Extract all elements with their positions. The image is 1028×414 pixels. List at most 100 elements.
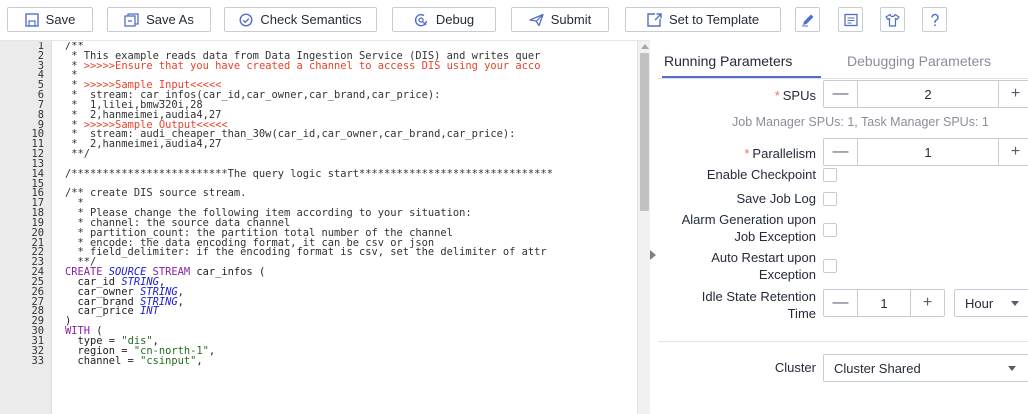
code-line[interactable]: 11 * 2,hanmeimei,audia4,27 xyxy=(0,139,637,150)
tab-debugging-parameters[interactable]: Debugging Parameters xyxy=(847,53,991,69)
line-text: /** create DIS source stream. xyxy=(65,187,247,200)
save-job-log-label: Save Job Log xyxy=(736,191,816,206)
spus-stepper[interactable]: — 2 + xyxy=(823,80,1028,108)
code-token: **/ xyxy=(65,148,91,161)
edit-button[interactable] xyxy=(795,7,820,32)
parameters-panel: Running Parameters Debugging Parameters … xyxy=(658,40,1028,414)
spus-increment-button[interactable]: + xyxy=(999,81,1028,107)
alarm-label-line1: Alarm Generation upon xyxy=(681,212,816,227)
code-token: * field_delimiter: if the encoding forma… xyxy=(65,246,547,259)
spus-hint: Job Manager SPUs: 1, Task Manager SPUs: … xyxy=(732,115,989,129)
code-line[interactable]: 28 car_price INT xyxy=(0,305,637,318)
save-as-icon xyxy=(124,12,139,27)
required-mark: * xyxy=(744,146,750,161)
spus-label: * SPUs xyxy=(698,87,816,104)
auto-restart-label-line2: Exception xyxy=(758,267,816,282)
code-token: , xyxy=(208,344,216,357)
debug-label: Debug xyxy=(435,12,475,27)
code-token: channel = xyxy=(65,354,141,367)
code-line[interactable]: 3 * >>>>>Ensure that you have created a … xyxy=(0,59,637,72)
save-job-log-checkbox[interactable] xyxy=(823,192,837,206)
code-editor[interactable]: 1/** 2 * This example reads data from Dat… xyxy=(0,40,650,414)
code-token: "csinput" xyxy=(140,354,197,367)
submit-label: Submit xyxy=(550,12,592,27)
format-button[interactable] xyxy=(838,7,863,32)
line-number: 33 xyxy=(31,354,44,367)
code-token: , xyxy=(177,295,184,308)
theme-button[interactable] xyxy=(880,7,905,32)
required-mark: * xyxy=(774,88,780,103)
enable-checkpoint-label: Enable Checkpoint xyxy=(706,167,816,182)
toolbar: Save Save As Check Semantics Debug Submi… xyxy=(0,0,1028,40)
format-icon xyxy=(843,13,858,27)
parallelism-label: * Parallelism xyxy=(698,145,816,162)
scrollbar-thumb[interactable] xyxy=(640,53,649,211)
save-label: Save xyxy=(45,12,76,27)
idle-unit-value: Hour xyxy=(965,295,994,311)
code-token: INT xyxy=(140,305,159,318)
line-text: * >>>>>Ensure that you have created a ch… xyxy=(65,59,541,72)
parallelism-increment-button[interactable]: + xyxy=(999,139,1028,165)
help-icon xyxy=(928,13,942,27)
idle-state-retention-label: Idle State Retention Time xyxy=(658,288,816,322)
scroll-up-icon[interactable] xyxy=(641,44,649,49)
debug-icon xyxy=(414,13,429,27)
auto-restart-label-line1: Auto Restart upon xyxy=(711,250,816,265)
save-button[interactable]: Save xyxy=(7,7,93,32)
save-as-button[interactable]: Save As xyxy=(107,7,211,32)
code-token: car_infos ( xyxy=(196,266,266,279)
check-semantics-label: Check Semantics xyxy=(260,12,362,27)
code-token: >>>>>Ensure that you have created a chan… xyxy=(83,59,541,72)
help-button[interactable] xyxy=(922,7,947,32)
code-line[interactable]: 16/** create DIS source stream. xyxy=(0,187,637,200)
submit-icon xyxy=(529,13,544,27)
cluster-label: Cluster xyxy=(774,360,816,375)
auto-restart-label: Auto Restart upon Exception xyxy=(658,249,816,283)
save-as-label: Save As xyxy=(146,12,194,27)
line-text: **/ xyxy=(65,148,91,161)
spus-decrement-button[interactable]: — xyxy=(824,81,857,107)
code-content[interactable]: 1/** 2 * This example reads data from Dat… xyxy=(0,42,637,414)
set-to-template-button[interactable]: Set to Template xyxy=(625,7,781,32)
parallelism-decrement-button[interactable]: — xyxy=(824,139,857,165)
code-line[interactable]: 14/*************************The query lo… xyxy=(0,169,637,180)
tab-running-parameters[interactable]: Running Parameters xyxy=(664,53,792,69)
code-line[interactable]: 12 **/ xyxy=(0,148,637,161)
line-text: channel = "csinput", xyxy=(65,354,203,367)
save-icon xyxy=(24,12,39,27)
tab-divider xyxy=(658,78,1028,79)
spus-label-text: SPUs xyxy=(782,88,816,103)
parallelism-value[interactable]: 1 xyxy=(857,139,999,165)
alarm-generation-checkbox[interactable] xyxy=(823,223,837,237)
idle-retention-stepper[interactable]: — 1 + xyxy=(823,289,945,317)
set-template-icon xyxy=(647,12,662,27)
set-to-template-label: Set to Template xyxy=(668,12,760,27)
panel-splitter[interactable] xyxy=(650,40,658,414)
idle-label-line1: Idle State Retention xyxy=(701,289,816,304)
idle-decrement-button[interactable]: — xyxy=(824,290,857,316)
code-token: /** create DIS source stream. xyxy=(65,187,247,200)
cluster-select[interactable]: Cluster Shared xyxy=(823,354,1028,382)
auto-restart-checkbox[interactable] xyxy=(823,259,837,273)
editor-scrollbar[interactable] xyxy=(637,41,650,414)
idle-increment-button[interactable]: + xyxy=(911,290,944,316)
debug-button[interactable]: Debug xyxy=(392,7,496,32)
enable-checkpoint-checkbox[interactable] xyxy=(823,168,837,182)
cluster-value: Cluster Shared xyxy=(834,360,921,376)
idle-value[interactable]: 1 xyxy=(857,290,911,316)
section-divider xyxy=(658,341,1028,342)
alarm-label-line2: Job Exception xyxy=(734,229,816,244)
line-text: /*************************The query logi… xyxy=(65,169,553,180)
check-semantics-icon xyxy=(239,12,253,27)
parallelism-stepper[interactable]: — 1 + xyxy=(823,138,1028,166)
code-line[interactable]: 33 channel = "csinput", xyxy=(0,354,637,367)
line-text: car_price INT xyxy=(65,305,159,318)
idle-label-line2: Time xyxy=(787,306,816,321)
theme-icon xyxy=(885,13,900,27)
spus-value[interactable]: 2 xyxy=(857,81,999,107)
idle-unit-select[interactable]: Hour xyxy=(954,289,1028,317)
code-token: car_price xyxy=(65,305,141,318)
submit-button[interactable]: Submit xyxy=(511,7,609,32)
check-semantics-button[interactable]: Check Semantics xyxy=(224,7,377,32)
collapse-arrow-icon[interactable] xyxy=(650,250,656,260)
